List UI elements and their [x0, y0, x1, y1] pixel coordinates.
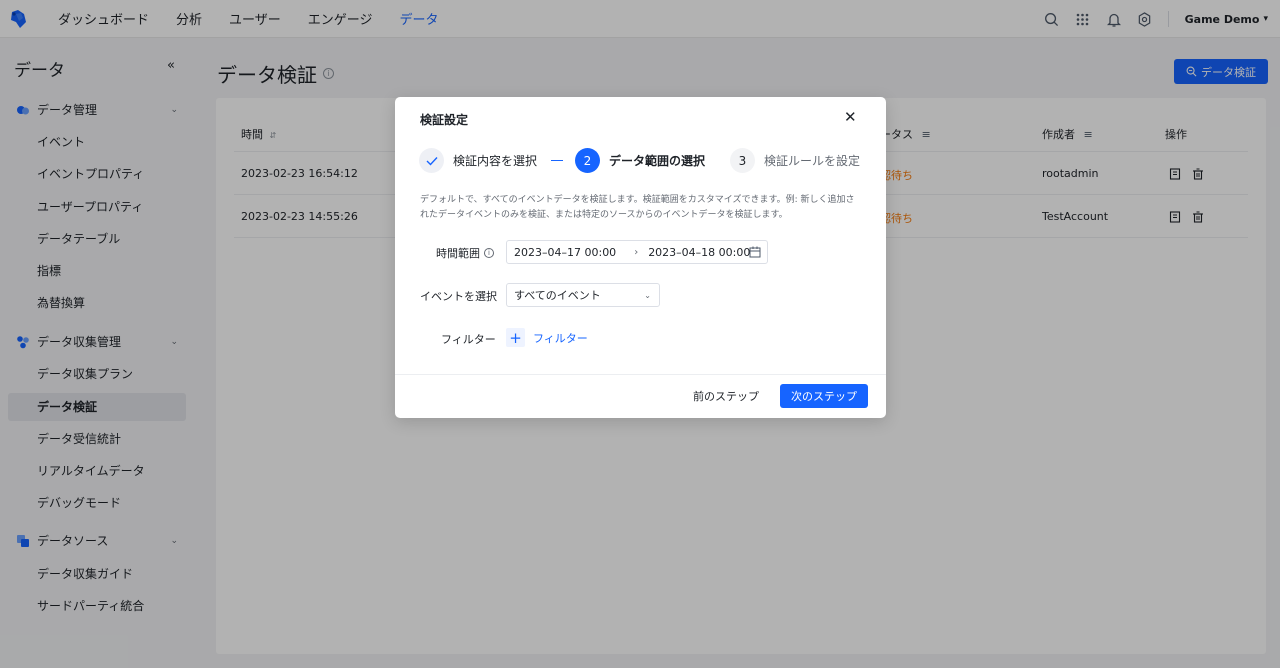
step-2-label: データ範囲の選択	[609, 154, 706, 168]
step-1-label: 検証内容を選択	[453, 154, 538, 168]
step-connector	[551, 160, 563, 161]
previous-step-button[interactable]: 前のステップ	[693, 384, 759, 408]
description-line: れたデータイベントのみを検証、または特定のソースからのイベントデータを検証します…	[420, 210, 788, 220]
plus-icon: +	[506, 328, 525, 347]
chevron-down-icon: ⌄	[644, 290, 651, 300]
info-icon[interactable]: i	[484, 248, 494, 258]
add-filter-label: フィルター	[533, 331, 588, 345]
event-select-label: イベントを選択	[420, 290, 497, 303]
divider	[395, 374, 886, 375]
chevron-right-icon: ›	[634, 246, 639, 258]
calendar-icon[interactable]	[749, 246, 761, 258]
time-range-label-text: 時間範囲	[436, 247, 480, 260]
event-select[interactable]: すべてのイベント ⌄	[506, 283, 660, 307]
step-2-number: 2	[575, 148, 600, 173]
date-range-start[interactable]: 2023–04–17 00:00	[514, 246, 616, 259]
description-text: デフォルトで、すべてのイベントデータを検証します。検証範囲をカスタマイズできます…	[420, 193, 865, 223]
step-2: 2 データ範囲の選択	[575, 148, 705, 173]
date-range-end[interactable]: 2023–04–18 00:00	[648, 246, 750, 259]
step-1: 検証内容を選択	[419, 148, 537, 173]
description-line: デフォルトで、すべてのイベントデータを検証します。検証範囲をカスタマイズできます…	[420, 195, 855, 205]
add-filter-button[interactable]: + フィルター	[506, 328, 588, 347]
verification-settings-modal: 検証設定 ✕ 検証内容を選択 2 データ範囲の選択 3 検証ルールを設定 デフォ…	[395, 97, 886, 418]
date-range-picker[interactable]: 2023–04–17 00:00 › 2023–04–18 00:00	[506, 240, 768, 264]
filter-label: フィルター	[441, 333, 496, 346]
step-3-number: 3	[730, 148, 755, 173]
modal-title: 検証設定	[420, 113, 469, 127]
check-icon	[419, 148, 444, 173]
time-range-label: 時間範囲 i	[436, 245, 494, 261]
close-icon[interactable]: ✕	[844, 110, 857, 125]
step-3-label: 検証ルールを設定	[764, 154, 861, 168]
event-select-value: すべてのイベント	[514, 289, 601, 302]
step-3: 3 検証ルールを設定	[730, 148, 860, 173]
next-step-button[interactable]: 次のステップ	[780, 384, 868, 408]
